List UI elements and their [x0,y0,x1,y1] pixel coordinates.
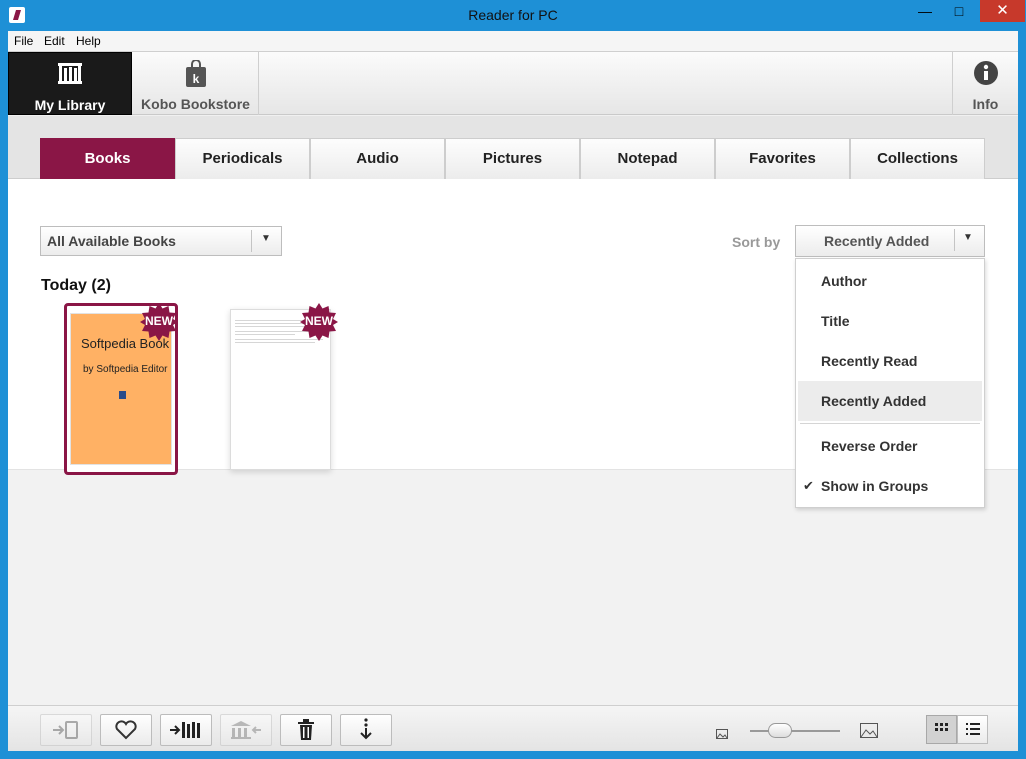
shopping-bag-icon: k [184,59,208,91]
sort-menu: Author Title Recently Read Recently Adde… [795,258,985,508]
zoom-slider-track[interactable] [750,730,840,732]
menu-divider [800,423,980,424]
add-to-collection-button[interactable] [160,714,212,746]
archive-library-icon [231,721,261,739]
more-options-button[interactable] [340,714,392,746]
info-icon [973,60,999,89]
filter-value: All Available Books [47,233,176,249]
favorite-button[interactable] [100,714,152,746]
menu-bar: File Edit Help [8,31,1018,51]
sort-dropdown[interactable]: Recently Added ▼ [795,225,985,257]
sort-by-label: Sort by [732,234,781,250]
svg-text:k: k [192,72,199,86]
close-button[interactable]: ✕ [980,0,1025,22]
reverse-order-option[interactable]: Reverse Order [798,426,982,466]
send-to-device-button[interactable] [40,714,92,746]
menu-edit[interactable]: Edit [44,34,65,48]
kobo-bookstore-label: Kobo Bookstore [141,96,250,112]
title-bar: Reader for PC — □ ✕ [0,0,1026,31]
menu-help[interactable]: Help [76,34,101,48]
app-client-area: File Edit Help My Library k Kobo Booksto… [8,31,1018,751]
info-label: Info [972,96,999,112]
tab-pictures[interactable]: Pictures [445,138,580,179]
kobo-bookstore-button[interactable]: k Kobo Bookstore [133,52,259,115]
grid-view-button[interactable] [926,715,957,744]
show-in-groups-option[interactable]: ✔ Show in Groups [798,466,982,506]
my-library-button[interactable]: My Library [8,52,132,115]
archive-button[interactable] [220,714,272,746]
small-image-icon [716,726,728,744]
menu-file[interactable]: File [14,34,33,48]
large-image-icon [860,723,878,743]
send-to-device-icon [53,721,78,739]
new-badge: NEW [300,303,338,341]
library-shelf-icon [57,61,83,88]
sort-option-author[interactable]: Author [798,261,982,301]
maximize-button[interactable]: □ [945,0,973,22]
tab-audio[interactable]: Audio [310,138,445,179]
tab-periodicals[interactable]: Periodicals [175,138,310,179]
library-content: All Available Books ▼ Sort by Recently A… [8,179,1018,705]
sort-option-label: Title [821,313,850,329]
sort-option-recently-read[interactable]: Recently Read [798,341,982,381]
sort-option-label: Author [821,273,867,289]
sort-option-label: Reverse Order [821,438,918,454]
book-cover-author: by Softpedia Editor [83,364,168,375]
bottom-toolbar [8,705,1018,751]
publisher-logo-icon [119,391,126,399]
sort-option-title[interactable]: Title [798,301,982,341]
sort-option-label: Show in Groups [821,478,929,494]
delete-button[interactable] [280,714,332,746]
tab-collections[interactable]: Collections [850,138,985,179]
add-to-shelf-icon [170,722,200,738]
tab-favorites[interactable]: Favorites [715,138,850,179]
trash-icon [298,719,314,740]
chevron-down-icon: ▼ [261,233,271,244]
tab-notepad[interactable]: Notepad [580,138,715,179]
nav-bar: My Library k Kobo Bookstore Info [8,51,1018,115]
window-title: Reader for PC [468,7,558,23]
category-tabs: Books Periodicals Audio Pictures Notepad… [8,116,1018,179]
new-badge-label: NEW [305,314,333,328]
new-badge-label: NEW [145,314,173,328]
filter-dropdown[interactable]: All Available Books ▼ [40,226,282,256]
heart-icon [115,720,137,740]
list-icon [966,723,980,735]
dropdown-separator [954,229,955,251]
dropdown-separator [251,230,252,252]
more-options-icon [360,718,372,740]
new-badge: NEW [140,303,178,341]
minimize-button[interactable]: — [911,0,939,22]
group-heading: Today (2) [41,277,111,294]
my-library-label: My Library [34,97,106,113]
list-view-button[interactable] [957,715,988,744]
sort-option-recently-added[interactable]: Recently Added [798,381,982,421]
tab-books[interactable]: Books [40,138,175,179]
info-button[interactable]: Info [952,52,1018,115]
checkmark-icon: ✔ [803,478,814,493]
sort-value: Recently Added [824,233,930,249]
zoom-slider-thumb[interactable] [768,723,792,738]
grid-icon [935,723,948,731]
chevron-down-icon: ▼ [963,232,973,243]
sort-option-label: Recently Read [821,353,918,369]
sort-option-label: Recently Added [821,393,927,409]
